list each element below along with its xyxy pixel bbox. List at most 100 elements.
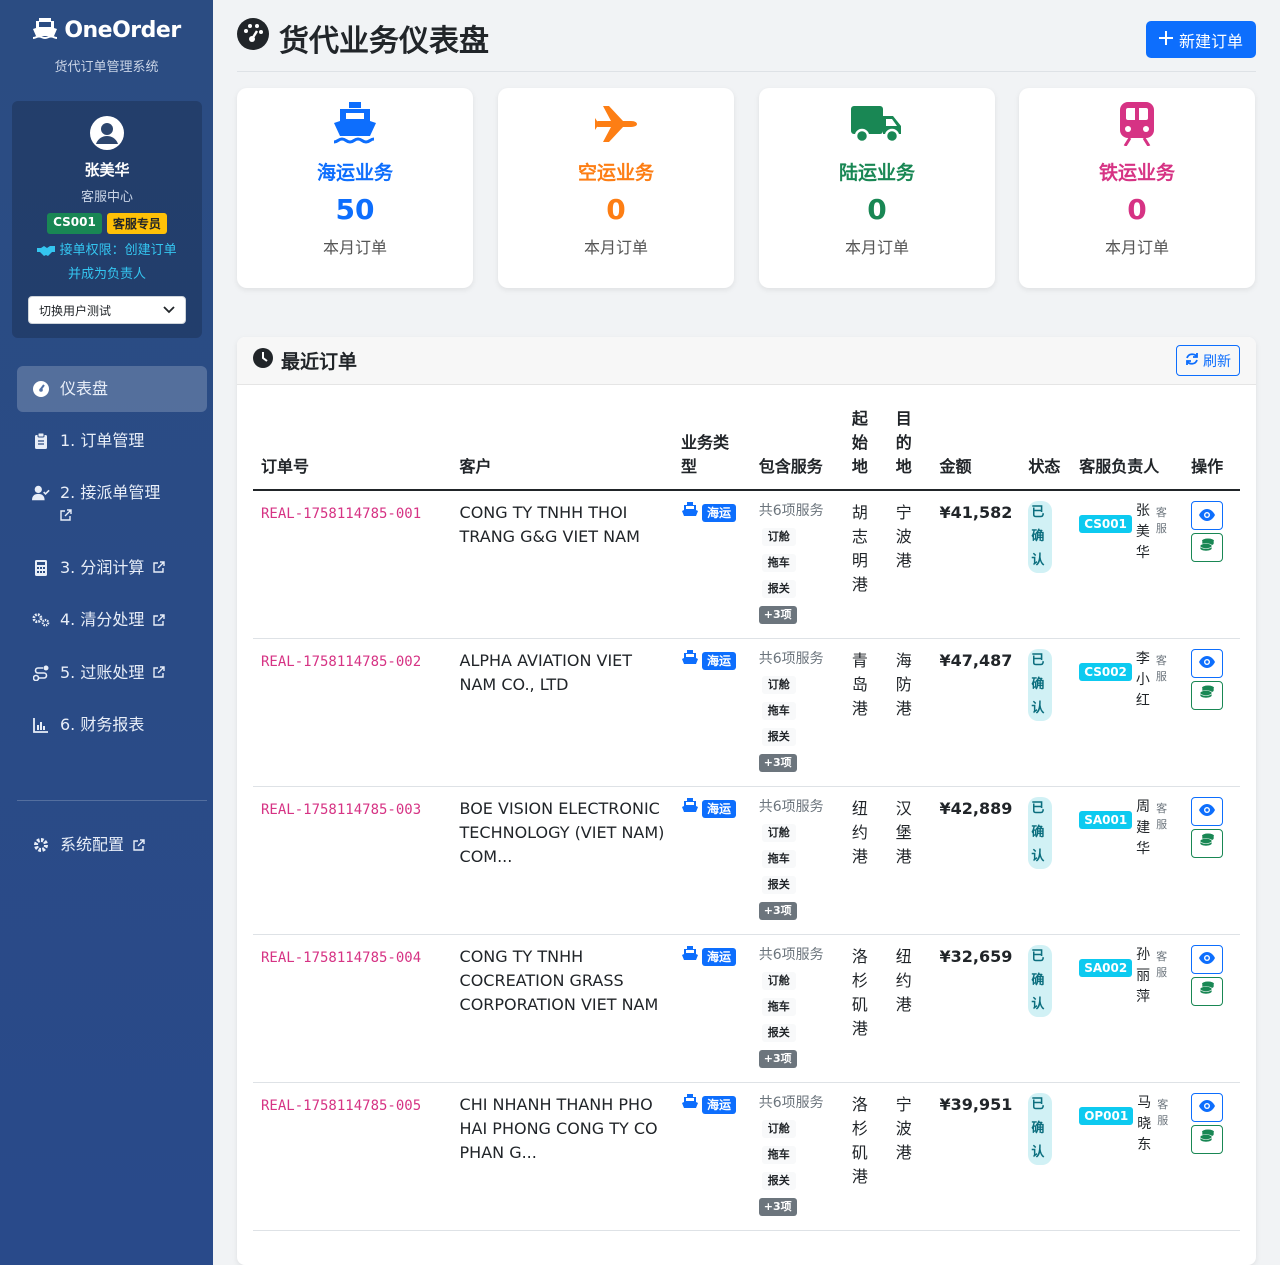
service-count: 共6项服务: [758, 650, 824, 667]
owner-info: SA001 周建华 客服: [1079, 797, 1175, 860]
order-amount: ¥42,889: [939, 798, 1013, 818]
nav-financial-reports[interactable]: 6. 财务报表: [17, 702, 207, 748]
service-tag: 订舱: [761, 971, 796, 990]
route-icon: [32, 662, 50, 684]
stat-card-rail: 铁运业务 0 本月订单: [1019, 88, 1255, 288]
order-amount: ¥39,951: [939, 1094, 1013, 1114]
service-tag: 拖车: [761, 1145, 796, 1164]
calculator-icon: [32, 557, 50, 579]
user-check-icon: [32, 482, 50, 504]
service-tag: 订舱: [761, 1119, 796, 1138]
owner-role: 客服: [1155, 506, 1167, 535]
stat-card-air: 空运业务 0 本月订单: [498, 88, 734, 288]
table-row: REAL-1758114785-004 CONG TY TNHH COCREAT…: [253, 934, 1240, 1083]
bar-chart-icon: [32, 714, 50, 736]
switch-user-select[interactable]: 切换用户测试: [28, 296, 186, 324]
external-link-icon: [153, 610, 166, 632]
external-link-icon: [153, 662, 166, 684]
refresh-icon: [1185, 352, 1199, 370]
recent-orders-card: 最近订单 刷新 订单号 客户 业务类型 包含服务 起始地 目的地 金额 状态 客…: [237, 337, 1256, 1265]
owner-info: CS001 张美华 客服: [1079, 501, 1175, 564]
stat-title: 空运业务: [577, 162, 654, 184]
owner-code-badge: SA001: [1079, 810, 1133, 829]
settlement-button[interactable]: [1191, 680, 1224, 710]
service-tag: 报关: [761, 875, 796, 894]
service-tag: 拖车: [761, 554, 796, 572]
table-header-row: 订单号 客户 业务类型 包含服务 起始地 目的地 金额 状态 客服负责人 操作: [253, 407, 1240, 491]
col-origin: 起始地: [843, 407, 888, 491]
order-number-link[interactable]: REAL-1758114785-001: [261, 506, 421, 522]
handshake-icon: [37, 243, 59, 258]
train-icon: [1019, 102, 1255, 146]
nav-order-management[interactable]: 1. 订单管理: [17, 418, 207, 464]
settlement-button[interactable]: [1191, 976, 1224, 1006]
brand-title: OneOrder: [64, 17, 181, 43]
dashboard-icon: [32, 378, 50, 400]
status-badge: 已确认: [1028, 944, 1053, 1017]
ship-icon: [681, 945, 699, 969]
user-name: 张美华: [84, 161, 130, 179]
col-type: 业务类型: [673, 407, 751, 491]
service-tag: 订舱: [761, 528, 796, 546]
col-status: 状态: [1020, 407, 1072, 491]
owner-info: CS002 李小红 客服: [1079, 649, 1175, 712]
page-title: 货代业务仪表盘: [237, 16, 489, 60]
nav-dashboard[interactable]: 仪表盘: [17, 366, 207, 412]
business-type-badge: 海运: [702, 799, 737, 818]
chevron-down-icon: [163, 303, 175, 317]
stat-card-sea: 海运业务 50 本月订单: [237, 88, 473, 288]
order-amount: ¥41,582: [939, 503, 1013, 522]
user-role-badge: 客服专员: [106, 213, 167, 234]
nav-posting[interactable]: 5. 过账处理: [17, 650, 207, 697]
refresh-button[interactable]: 刷新: [1176, 345, 1240, 376]
more-services-badge: +3项: [758, 1197, 797, 1216]
col-dest: 目的地: [887, 407, 932, 491]
service-tag: 订舱: [761, 823, 796, 842]
nav-dispatch-management[interactable]: 2. 接派单管理: [17, 470, 207, 539]
order-number-link[interactable]: REAL-1758114785-004: [261, 950, 421, 966]
view-order-button[interactable]: [1191, 648, 1224, 678]
nav-system-config[interactable]: 系统配置: [17, 822, 207, 869]
owner-name: 张美华: [1135, 503, 1150, 561]
nav-divider: [17, 800, 207, 801]
speedometer-icon: [237, 18, 269, 58]
table-row: REAL-1758114785-002 ALPHA AVIATION VIET …: [253, 638, 1240, 787]
recent-orders-header: 最近订单 刷新: [237, 337, 1256, 385]
service-tag: 拖车: [761, 701, 796, 720]
owner-code-badge: CS001: [1079, 515, 1132, 533]
settlement-button[interactable]: [1191, 828, 1224, 858]
owner-role: 客服: [1157, 1097, 1169, 1127]
nav-profit-calculation[interactable]: 3. 分润计算: [17, 545, 207, 592]
owner-name: 孙丽萍: [1136, 946, 1151, 1005]
customer-name: CONG TY TNHH THOI TRANG G&G VIET NAM: [459, 503, 640, 546]
order-number-link[interactable]: REAL-1758114785-005: [261, 1098, 421, 1114]
table-row: REAL-1758114785-003 BOE VISION ELECTRONI…: [253, 786, 1240, 935]
ship-icon: [681, 501, 699, 525]
settlement-button[interactable]: [1191, 1124, 1224, 1154]
owner-name: 李小红: [1135, 650, 1150, 709]
customer-name: BOE VISION ELECTRONIC TECHNOLOGY (VIET N…: [459, 798, 665, 866]
col-customer: 客户: [451, 407, 674, 491]
view-order-button[interactable]: [1191, 944, 1224, 974]
view-order-button[interactable]: [1191, 1092, 1224, 1122]
business-type-badge: 海运: [702, 1095, 737, 1114]
status-badge: 已确认: [1028, 648, 1053, 721]
order-amount: ¥47,487: [939, 650, 1013, 670]
view-order-button[interactable]: [1191, 796, 1224, 826]
owner-role: 客服: [1156, 801, 1168, 831]
order-number-link[interactable]: REAL-1758114785-002: [261, 654, 421, 670]
permission-text: 接单权限：创建订单 并成为负责人: [12, 239, 202, 287]
business-type-badge: 海运: [702, 947, 737, 966]
clock-icon: [253, 348, 273, 373]
owner-code-badge: OP001: [1079, 1106, 1134, 1125]
origin-port: 纽约港: [851, 798, 868, 866]
external-link-icon: [153, 557, 166, 579]
view-order-button[interactable]: [1191, 501, 1224, 530]
stat-label: 本月订单: [583, 238, 648, 257]
plus-icon: [1158, 30, 1173, 49]
new-order-button[interactable]: 新建订单: [1145, 21, 1256, 58]
table-row: REAL-1758114785-001 CONG TY TNHH THOI TR…: [253, 490, 1240, 639]
settlement-button[interactable]: [1191, 533, 1224, 562]
order-number-link[interactable]: REAL-1758114785-003: [261, 802, 421, 818]
nav-clearing[interactable]: 4. 清分处理: [17, 597, 207, 644]
